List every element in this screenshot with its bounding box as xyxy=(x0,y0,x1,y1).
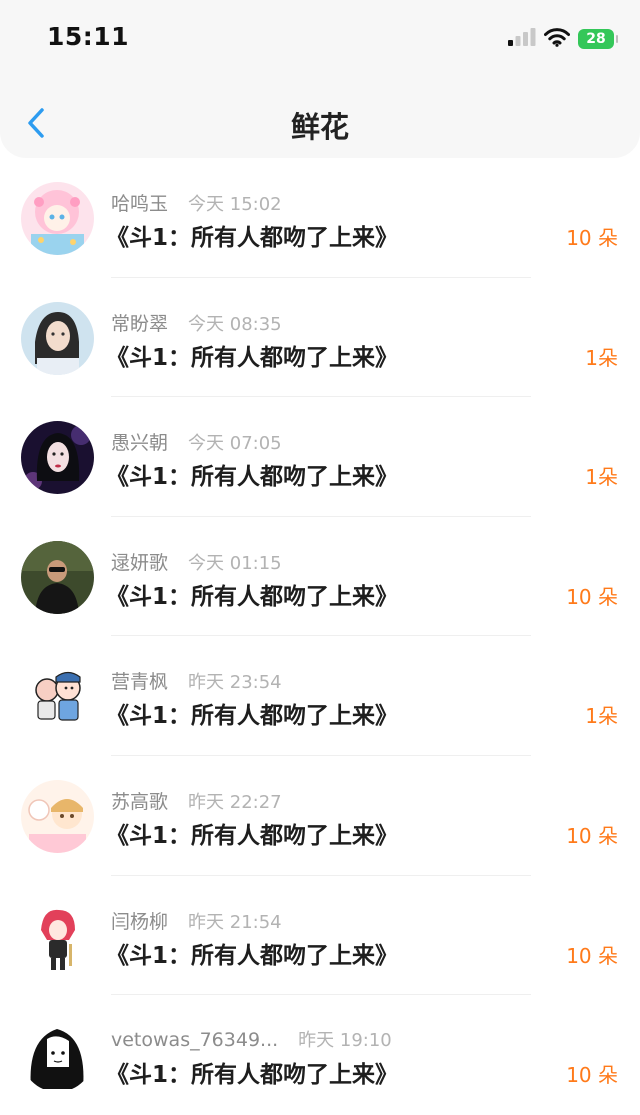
flower-record-list: 哈鸣玉 今天 15:02 《斗1：所有人都吻了上来》 10 朵 常盼翠 今天 0… xyxy=(0,158,640,1115)
list-item[interactable]: vetowas_76349... 昨天 19:10 《斗1：所有人都吻了上来》 … xyxy=(0,995,640,1115)
battery-level: 28 xyxy=(586,31,606,47)
user-name: 营青枫 xyxy=(111,671,169,694)
avatar xyxy=(21,899,94,973)
timestamp: 今天 08:35 xyxy=(188,313,282,335)
avatar xyxy=(21,421,94,495)
flower-count: 1朵 xyxy=(585,345,618,370)
timestamp: 昨天 21:54 xyxy=(188,911,282,933)
user-name: 闫杨柳 xyxy=(111,910,169,933)
flower-count: 10 朵 xyxy=(566,823,618,848)
book-title: 《斗1：所有人都吻了上来》 xyxy=(106,344,399,371)
timestamp: 今天 15:02 xyxy=(188,194,282,215)
avatar xyxy=(21,182,94,255)
top-bar: 15:11 28 鲜花 xyxy=(0,0,640,158)
flower-count: 1朵 xyxy=(585,465,618,490)
flower-count: 10 朵 xyxy=(566,584,618,609)
flower-count: 10 朵 xyxy=(566,943,618,968)
user-name: 愚兴朝 xyxy=(111,432,169,455)
book-title: 《斗1：所有人都吻了上来》 xyxy=(106,464,399,491)
avatar xyxy=(21,779,94,853)
user-name: 常盼翠 xyxy=(111,312,169,335)
book-title: 《斗1：所有人都吻了上来》 xyxy=(106,1062,399,1089)
list-item[interactable]: 营青枫 昨天 23:54 《斗1：所有人都吻了上来》 1朵 xyxy=(0,636,640,756)
flower-count: 1朵 xyxy=(585,704,618,729)
status-icons: 28 xyxy=(508,26,618,52)
timestamp: 今天 07:05 xyxy=(188,433,282,455)
flower-count: 10 朵 xyxy=(566,1063,618,1088)
wifi-icon xyxy=(544,27,570,51)
avatar xyxy=(21,540,94,614)
book-title: 《斗1：所有人都吻了上来》 xyxy=(106,822,399,849)
timestamp: 昨天 19:10 xyxy=(298,1030,392,1052)
timestamp: 昨天 22:27 xyxy=(188,791,282,813)
cellular-signal-icon xyxy=(508,28,536,50)
list-item[interactable]: 逯妍歌 今天 01:15 《斗1：所有人都吻了上来》 10 朵 xyxy=(0,517,640,637)
user-name: vetowas_76349... xyxy=(111,1029,279,1052)
user-name: 逯妍歌 xyxy=(111,551,169,574)
avatar xyxy=(21,660,94,734)
battery-icon: 28 xyxy=(578,29,618,49)
user-name: 苏高歌 xyxy=(111,790,169,813)
list-item[interactable]: 愚兴朝 今天 07:05 《斗1：所有人都吻了上来》 1朵 xyxy=(0,397,640,517)
book-title: 《斗1：所有人都吻了上来》 xyxy=(106,583,399,610)
book-title: 《斗1：所有人都吻了上来》 xyxy=(106,703,399,730)
avatar xyxy=(21,1019,94,1093)
list-item[interactable]: 苏高歌 昨天 22:27 《斗1：所有人都吻了上来》 10 朵 xyxy=(0,756,640,876)
status-time: 15:11 xyxy=(47,22,130,51)
timestamp: 今天 01:15 xyxy=(188,552,282,574)
timestamp: 昨天 23:54 xyxy=(188,672,282,694)
list-item[interactable]: 哈鸣玉 今天 15:02 《斗1：所有人都吻了上来》 10 朵 xyxy=(0,158,640,278)
flower-count: 10 朵 xyxy=(566,226,618,250)
list-item[interactable]: 闫杨柳 昨天 21:54 《斗1：所有人都吻了上来》 10 朵 xyxy=(0,876,640,996)
user-name: 哈鸣玉 xyxy=(111,193,169,215)
book-title: 《斗1：所有人都吻了上来》 xyxy=(106,225,399,251)
page-title: 鲜花 xyxy=(290,110,349,144)
book-title: 《斗1：所有人都吻了上来》 xyxy=(106,942,399,969)
avatar xyxy=(21,301,94,375)
list-item[interactable]: 常盼翠 今天 08:35 《斗1：所有人都吻了上来》 1朵 xyxy=(0,278,640,398)
